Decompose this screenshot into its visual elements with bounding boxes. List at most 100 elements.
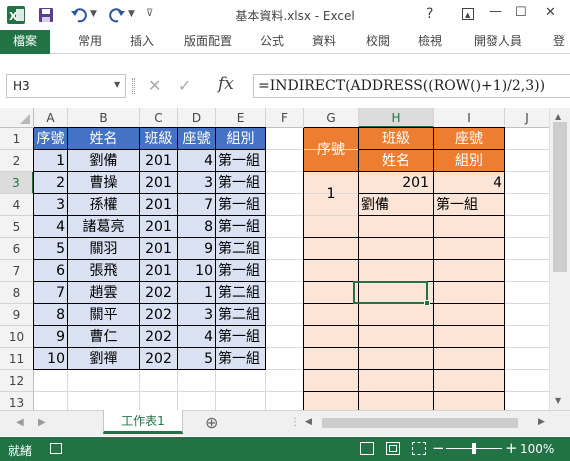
zoom-slider[interactable] <box>446 443 502 454</box>
left-table-cell[interactable]: 4 <box>180 150 213 172</box>
right-table-header-i2[interactable]: 組別 <box>436 150 502 172</box>
left-table-cell[interactable]: 8 <box>180 216 213 238</box>
tab-insert[interactable]: 插入 <box>124 30 160 54</box>
sheet-next-icon[interactable]: ▶ <box>38 417 46 428</box>
column-header-c[interactable]: C <box>140 108 178 128</box>
redo-icon[interactable] <box>108 6 126 24</box>
left-table-cell[interactable]: 曹操 <box>70 172 137 194</box>
right-table-header-g[interactable]: 序號 <box>306 139 356 161</box>
maximize-button[interactable]: ☐ <box>515 5 527 20</box>
left-table-cell[interactable]: 3 <box>36 194 65 216</box>
formula-bar-grip-icon[interactable] <box>132 78 135 94</box>
left-table-cell[interactable]: 第一組 <box>218 348 263 370</box>
page-break-view-icon[interactable] <box>412 442 426 455</box>
ribbon-display-icon[interactable]: ▲ <box>462 8 474 20</box>
excel-logo-icon[interactable]: X <box>7 6 25 24</box>
row-header-4[interactable]: 4 <box>0 194 34 216</box>
left-table-cell[interactable]: 10 <box>36 348 65 370</box>
column-header-g[interactable]: G <box>304 108 359 128</box>
worksheet-grid[interactable]: ABCDEFGHIJ 1 2 3 4 5 6 7 8 9 10 11 12 13 序號 姓名 班級 座號 組別 1… <box>0 108 570 410</box>
left-table-cell[interactable]: 7 <box>180 194 213 216</box>
hscroll-left-icon[interactable]: ◀ <box>305 417 312 427</box>
left-table-cell[interactable]: 1 <box>180 282 213 304</box>
horizontal-scrollbar[interactable] <box>320 416 530 430</box>
left-table-header[interactable]: 班級 <box>142 128 175 150</box>
left-table-cell[interactable]: 201 <box>142 150 175 172</box>
left-table-cell[interactable]: 201 <box>142 260 175 282</box>
left-table-cell[interactable]: 202 <box>142 348 175 370</box>
row-header-9[interactable]: 9 <box>0 304 34 326</box>
save-icon[interactable] <box>38 7 54 23</box>
scroll-down-icon[interactable]: ▼ <box>555 396 561 405</box>
tab-view[interactable]: 檢視 <box>412 30 448 54</box>
row-header-7[interactable]: 7 <box>0 260 34 282</box>
tab-file[interactable]: 檔案 <box>0 30 50 54</box>
row-header-10[interactable]: 10 <box>0 326 34 348</box>
row-header-12[interactable]: 12 <box>0 370 34 392</box>
row-header-3[interactable]: 3 <box>0 172 34 194</box>
left-table-cell[interactable]: 4 <box>180 326 213 348</box>
column-header-b[interactable]: B <box>68 108 140 128</box>
left-table-cell[interactable]: 202 <box>142 304 175 326</box>
tab-review[interactable]: 校閱 <box>360 30 396 54</box>
formula-input[interactable]: =INDIRECT(ADDRESS((ROW()+1)/2,3)) <box>253 74 570 98</box>
right-table-header-i1[interactable]: 座號 <box>436 128 502 150</box>
left-table-cell[interactable]: 趙雲 <box>70 282 137 304</box>
zoom-slider-thumb[interactable] <box>472 443 476 454</box>
left-table-cell[interactable]: 3 <box>180 304 213 326</box>
left-table-cell[interactable]: 202 <box>142 282 175 304</box>
column-header-a[interactable]: A <box>34 108 68 128</box>
vertical-scrollbar[interactable]: ▲ ▼ <box>549 108 570 410</box>
right-table-g3[interactable]: 1 <box>306 183 356 205</box>
left-table-cell[interactable]: 3 <box>180 172 213 194</box>
column-header-j[interactable]: J <box>505 108 550 128</box>
macro-record-icon[interactable] <box>50 443 62 454</box>
left-table-cell[interactable]: 第一組 <box>218 150 263 172</box>
normal-view-icon[interactable] <box>360 442 374 455</box>
row-header-1[interactable]: 1 <box>0 128 34 150</box>
left-table-cell[interactable]: 5 <box>180 348 213 370</box>
left-table-header[interactable]: 序號 <box>36 128 65 150</box>
tab-home[interactable]: 常用 <box>72 30 108 54</box>
row-header-8[interactable]: 8 <box>0 282 34 304</box>
row-header-6[interactable]: 6 <box>0 238 34 260</box>
zoom-in-button[interactable]: + <box>505 439 518 457</box>
row-header-11[interactable]: 11 <box>0 348 34 370</box>
left-table-cell[interactable]: 諸葛亮 <box>70 216 137 238</box>
left-table-cell[interactable]: 第二組 <box>218 238 263 260</box>
column-header-h[interactable]: H <box>359 108 434 128</box>
sheet-bar-splitter[interactable]: ⋮ <box>290 417 300 428</box>
left-table-cell[interactable]: 4 <box>36 216 65 238</box>
column-header-i[interactable]: I <box>434 108 505 128</box>
left-table-cell[interactable]: 10 <box>180 260 213 282</box>
left-table-cell[interactable]: 第一組 <box>218 216 263 238</box>
tab-data[interactable]: 資料 <box>306 30 342 54</box>
cancel-icon[interactable]: ✕ <box>148 76 161 95</box>
right-table-header-h2[interactable]: 姓名 <box>361 150 431 172</box>
right-table-h4[interactable]: 劉備 <box>361 194 431 216</box>
row-header-5[interactable]: 5 <box>0 216 34 238</box>
minimize-button[interactable]: — <box>489 4 502 19</box>
left-table-cell[interactable]: 9 <box>36 326 65 348</box>
left-table-cell[interactable]: 201 <box>142 194 175 216</box>
left-table-cell[interactable]: 2 <box>36 172 65 194</box>
left-table-cell[interactable]: 8 <box>36 304 65 326</box>
fill-handle[interactable] <box>424 300 430 306</box>
left-table-cell[interactable]: 7 <box>36 282 65 304</box>
zoom-level[interactable]: 100% <box>520 442 554 456</box>
column-header-e[interactable]: E <box>216 108 266 128</box>
scroll-thumb[interactable] <box>553 122 567 272</box>
name-box[interactable]: H3 <box>6 74 126 98</box>
tab-developer[interactable]: 開發人員 <box>466 30 530 54</box>
undo-icon[interactable] <box>70 6 88 24</box>
left-table-cell[interactable]: 201 <box>142 172 175 194</box>
scroll-up-icon[interactable]: ▲ <box>555 112 561 121</box>
left-table-cell[interactable]: 劉備 <box>70 150 137 172</box>
left-table-header[interactable]: 組別 <box>218 128 263 150</box>
zoom-out-button[interactable]: − <box>432 439 445 457</box>
left-table-cell[interactable]: 6 <box>36 260 65 282</box>
left-table-cell[interactable]: 關平 <box>70 304 137 326</box>
sheet-tab-active[interactable]: 工作表1 <box>103 410 183 434</box>
right-table-i3[interactable]: 4 <box>436 172 502 194</box>
select-all-corner[interactable] <box>0 108 34 128</box>
